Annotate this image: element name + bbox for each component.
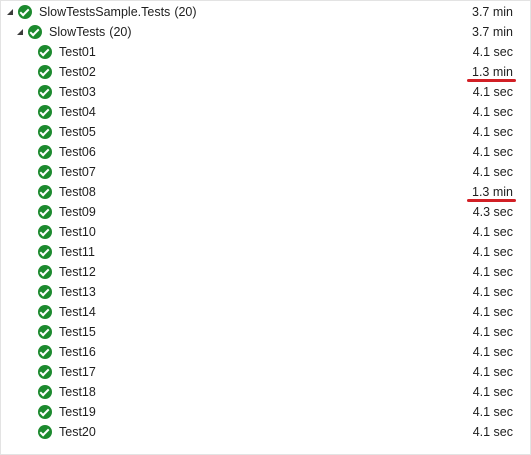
expanded-chevron-icon[interactable]	[17, 29, 23, 35]
test-duration: 4.1 sec	[472, 285, 513, 299]
test-row[interactable]: Test12 4.1 sec	[1, 262, 531, 282]
test-row[interactable]: Test10 4.1 sec	[1, 222, 531, 242]
test-name: Test14	[59, 305, 96, 319]
passed-check-icon	[38, 145, 52, 159]
passed-check-icon	[38, 165, 52, 179]
passed-check-icon	[38, 205, 52, 219]
passed-check-icon	[38, 385, 52, 399]
test-row[interactable]: Test03 4.1 sec	[1, 82, 531, 102]
test-row[interactable]: Test01 4.1 sec	[1, 42, 531, 62]
test-tree-rows: SlowTestsSample.Tests (20) 3.7 min SlowTe…	[1, 2, 531, 442]
test-duration: 4.1 sec	[472, 85, 513, 99]
test-duration: 4.1 sec	[472, 125, 513, 139]
test-name: Test06	[59, 145, 96, 159]
test-duration: 4.1 sec	[472, 385, 513, 399]
test-name: Test15	[59, 325, 96, 339]
test-row[interactable]: Test14 4.1 sec	[1, 302, 531, 322]
assembly-count: (20)	[174, 5, 197, 19]
passed-check-icon	[38, 365, 52, 379]
test-row[interactable]: Test18 4.1 sec	[1, 382, 531, 402]
test-row[interactable]: Test06 4.1 sec	[1, 142, 531, 162]
test-duration: 4.1 sec	[472, 105, 513, 119]
passed-check-icon	[38, 305, 52, 319]
test-row[interactable]: Test04 4.1 sec	[1, 102, 531, 122]
test-duration: 4.1 sec	[472, 165, 513, 179]
test-row[interactable]: Test15 4.1 sec	[1, 322, 531, 342]
test-duration: 4.1 sec	[472, 405, 513, 419]
test-duration: 4.1 sec	[472, 145, 513, 159]
class-name: SlowTests	[49, 25, 106, 39]
test-row[interactable]: Test11 4.1 sec	[1, 242, 531, 262]
passed-check-icon	[18, 5, 32, 19]
test-duration: 4.1 sec	[472, 365, 513, 379]
passed-check-icon	[38, 265, 52, 279]
passed-check-icon	[38, 45, 52, 59]
class-label: SlowTests (20)	[49, 22, 132, 42]
test-row[interactable]: Test05 4.1 sec	[1, 122, 531, 142]
passed-check-icon	[38, 425, 52, 439]
assembly-label: SlowTestsSample.Tests (20)	[39, 2, 197, 22]
passed-check-icon	[38, 225, 52, 239]
test-name: Test19	[59, 405, 96, 419]
test-explorer-tree: SlowTestsSample.Tests (20) 3.7 min SlowTe…	[0, 0, 531, 455]
test-name: Test05	[59, 125, 96, 139]
test-duration: 4.1 sec	[472, 325, 513, 339]
passed-check-icon	[38, 345, 52, 359]
test-row[interactable]: Test09 4.3 sec	[1, 202, 531, 222]
test-row[interactable]: Test20 4.1 sec	[1, 422, 531, 442]
test-name: Test04	[59, 105, 96, 119]
tree-node-class[interactable]: SlowTests (20) 3.7 min	[1, 22, 531, 42]
assembly-duration: 3.7 min	[472, 5, 513, 19]
test-row[interactable]: Test19 4.1 sec	[1, 402, 531, 422]
test-name: Test10	[59, 225, 96, 239]
expanded-chevron-icon[interactable]	[7, 9, 13, 15]
test-name: Test09	[59, 205, 96, 219]
test-row[interactable]: Test16 4.1 sec	[1, 342, 531, 362]
test-name: Test08	[59, 185, 96, 199]
test-duration: 4.1 sec	[472, 45, 513, 59]
test-duration: 4.1 sec	[472, 225, 513, 239]
passed-check-icon	[38, 125, 52, 139]
test-duration: 4.1 sec	[472, 305, 513, 319]
test-row[interactable]: Test13 4.1 sec	[1, 282, 531, 302]
passed-check-icon	[38, 325, 52, 339]
passed-check-icon	[38, 285, 52, 299]
test-name: Test16	[59, 345, 96, 359]
assembly-name: SlowTestsSample.Tests	[39, 5, 171, 19]
class-duration: 3.7 min	[472, 25, 513, 39]
test-name: Test07	[59, 165, 96, 179]
tree-node-assembly[interactable]: SlowTestsSample.Tests (20) 3.7 min	[1, 2, 531, 22]
test-name: Test18	[59, 385, 96, 399]
test-name: Test13	[59, 285, 96, 299]
passed-check-icon	[38, 185, 52, 199]
passed-check-icon	[38, 405, 52, 419]
test-duration: 4.1 sec	[472, 265, 513, 279]
test-duration: 4.1 sec	[472, 345, 513, 359]
passed-check-icon	[38, 245, 52, 259]
passed-check-icon	[38, 85, 52, 99]
passed-check-icon	[28, 25, 42, 39]
class-count: (20)	[109, 25, 132, 39]
test-name: Test11	[59, 245, 95, 259]
test-duration: 4.1 sec	[472, 245, 513, 259]
test-row[interactable]: Test17 4.1 sec	[1, 362, 531, 382]
test-duration: 4.3 sec	[472, 205, 513, 219]
test-name: Test03	[59, 85, 96, 99]
test-row[interactable]: Test08 1.3 min	[1, 182, 531, 202]
test-name: Test02	[59, 65, 96, 79]
test-name: Test17	[59, 365, 96, 379]
test-row[interactable]: Test02 1.3 min	[1, 62, 531, 82]
passed-check-icon	[38, 105, 52, 119]
test-name: Test01	[59, 45, 96, 59]
test-duration: 4.1 sec	[472, 425, 513, 439]
test-row[interactable]: Test07 4.1 sec	[1, 162, 531, 182]
test-name: Test20	[59, 425, 96, 439]
test-name: Test12	[59, 265, 96, 279]
passed-check-icon	[38, 65, 52, 79]
